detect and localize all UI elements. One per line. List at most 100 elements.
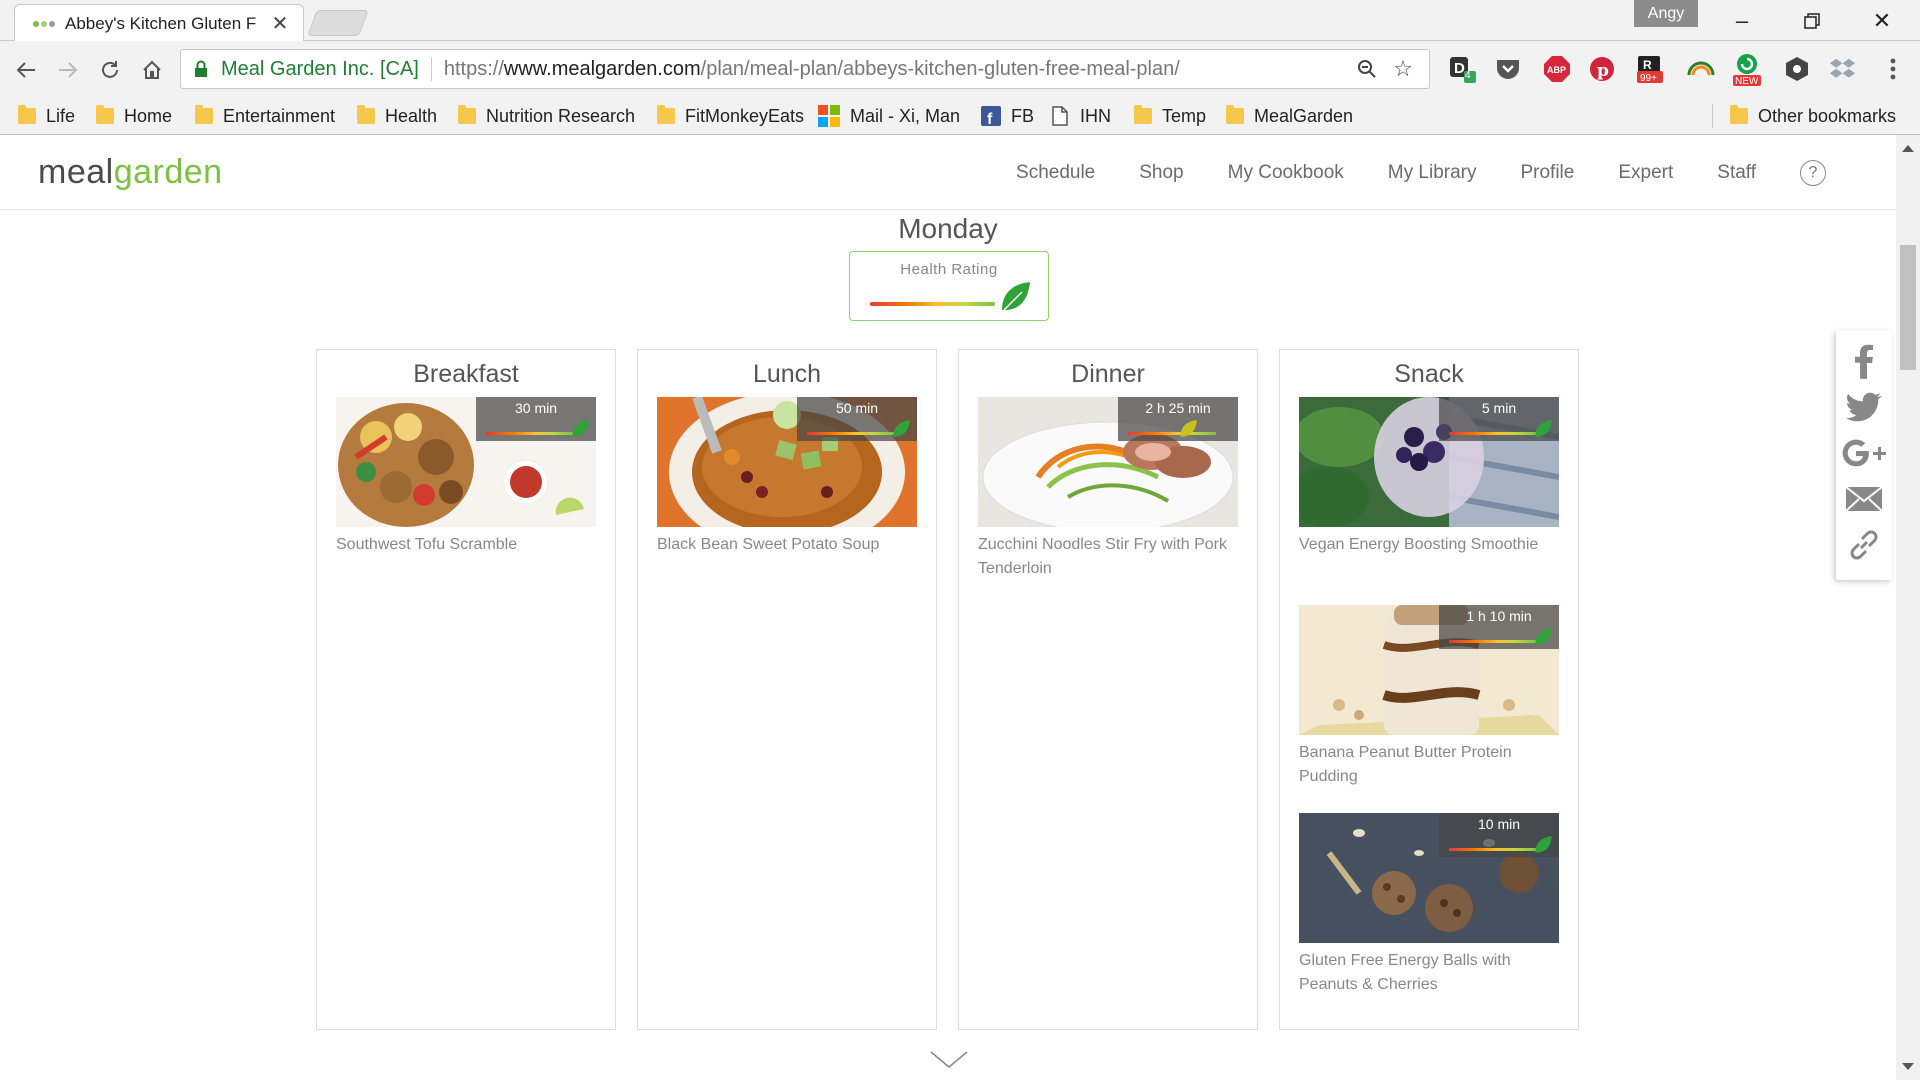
health-rating-bar bbox=[870, 302, 995, 306]
help-icon[interactable]: ? bbox=[1800, 159, 1826, 186]
zoom-icon[interactable] bbox=[1353, 55, 1381, 83]
back-icon[interactable] bbox=[6, 50, 46, 90]
bookmark-mealgarden[interactable]: MealGarden bbox=[1226, 102, 1353, 130]
folder-icon bbox=[357, 105, 375, 124]
bookmarks-bar: Life Home Entertainment Health Nutrition… bbox=[0, 98, 1920, 135]
recipe-image[interactable]: 10 min bbox=[1299, 813, 1559, 943]
recipe-card[interactable]: 30 min Southwest Tofu Scramble bbox=[336, 397, 596, 557]
recipe-badge: 10 min bbox=[1439, 813, 1559, 857]
folder-icon bbox=[195, 105, 213, 124]
health-rating-label: Health Rating bbox=[900, 261, 998, 278]
recipe-time: 1 h 10 min bbox=[1466, 608, 1532, 624]
nav-profile[interactable]: Profile bbox=[1520, 162, 1574, 184]
bookmark-fb[interactable]: f FB bbox=[981, 102, 1034, 130]
close-window-icon[interactable]: ✕ bbox=[1862, 4, 1902, 38]
new-tab-button[interactable] bbox=[307, 10, 369, 36]
twitter-icon[interactable] bbox=[1836, 384, 1892, 430]
facebook-icon[interactable] bbox=[1836, 338, 1892, 384]
restore-icon[interactable] bbox=[1792, 4, 1832, 38]
bookmark-other[interactable]: Other bookmarks bbox=[1730, 102, 1896, 130]
microsoft-icon bbox=[818, 105, 840, 127]
recipe-image[interactable]: 2 h 25 min bbox=[978, 397, 1238, 527]
browser-tab-active[interactable]: Abbey's Kitchen Gluten F ✕ bbox=[14, 4, 304, 42]
page-scrollbar[interactable] bbox=[1896, 135, 1920, 1080]
adblock-icon[interactable]: ABP bbox=[1540, 51, 1574, 87]
recipe-title[interactable]: Gluten Free Energy Balls with Peanuts & … bbox=[1299, 949, 1559, 997]
pocket-icon[interactable] bbox=[1491, 51, 1525, 87]
chrome-menu-icon[interactable] bbox=[1876, 51, 1910, 87]
scroll-down-arrow-icon[interactable] bbox=[1902, 1063, 1914, 1070]
nav-my-library[interactable]: My Library bbox=[1388, 162, 1477, 184]
recipe-card[interactable]: 10 min Gluten Free Energy Balls with Pea… bbox=[1299, 813, 1559, 997]
nav-staff[interactable]: Staff bbox=[1717, 162, 1756, 184]
scrollbar-thumb[interactable] bbox=[1900, 245, 1916, 370]
recipe-health-bar bbox=[486, 432, 574, 435]
bookmark-ihn[interactable]: IHN bbox=[1052, 102, 1111, 130]
meal-heading: Lunch bbox=[752, 360, 822, 388]
minimize-icon[interactable]: – bbox=[1722, 4, 1762, 38]
svg-text:f: f bbox=[987, 111, 993, 126]
chevron-down-icon[interactable] bbox=[930, 1051, 968, 1069]
profile-chip[interactable]: Angy bbox=[1634, 0, 1698, 27]
recipe-card[interactable]: 1 h 10 min Banana Peanut Butter Protein … bbox=[1299, 605, 1559, 789]
home-icon[interactable] bbox=[132, 50, 172, 90]
extension-d-badge: 4 bbox=[1465, 70, 1471, 81]
link-icon[interactable] bbox=[1836, 522, 1892, 568]
recipe-time: 30 min bbox=[514, 400, 558, 416]
bookmark-entertainment[interactable]: Entertainment bbox=[195, 102, 335, 130]
rainbow-extension-icon[interactable] bbox=[1684, 51, 1718, 87]
bookmark-star-icon[interactable]: ☆ bbox=[1389, 55, 1417, 83]
recipe-card[interactable]: 50 min Black Bean Sweet Potato Soup bbox=[657, 397, 917, 557]
bookmark-home[interactable]: Home bbox=[96, 102, 172, 130]
bookmark-fitmonkeyeats[interactable]: FitMonkeyEats bbox=[657, 102, 804, 130]
folder-icon bbox=[458, 105, 476, 124]
secure-site-label: Meal Garden Inc. [CA] bbox=[221, 57, 419, 80]
mealgarden-logo[interactable]: mealgarden bbox=[38, 153, 223, 192]
recipe-badge: 1 h 10 min bbox=[1439, 605, 1559, 649]
grammarly-new-icon[interactable]: NEW bbox=[1730, 51, 1764, 87]
address-bar[interactable]: Meal Garden Inc. [CA] https://www.mealga… bbox=[180, 49, 1430, 89]
recipe-image[interactable]: 1 h 10 min bbox=[1299, 605, 1559, 735]
recipe-title[interactable]: Black Bean Sweet Potato Soup bbox=[657, 533, 917, 557]
leaf-icon bbox=[1535, 836, 1552, 853]
recipe-image[interactable]: 50 min bbox=[657, 397, 917, 527]
tab-close-icon[interactable]: ✕ bbox=[269, 11, 291, 36]
bookmark-life[interactable]: Life bbox=[18, 102, 75, 130]
bookmark-label: MealGarden bbox=[1254, 105, 1354, 126]
nav-shop[interactable]: Shop bbox=[1139, 162, 1183, 184]
email-icon[interactable] bbox=[1836, 476, 1892, 522]
nav-expert[interactable]: Expert bbox=[1618, 162, 1673, 184]
pinterest-icon[interactable]: p bbox=[1585, 51, 1619, 87]
site-header: mealgarden Schedule Shop My Cookbook My … bbox=[0, 135, 1896, 210]
scroll-up-arrow-icon[interactable] bbox=[1902, 145, 1914, 152]
bookmark-nutrition-research[interactable]: Nutrition Research bbox=[458, 102, 635, 130]
bookmark-mail[interactable]: Mail - Xi, Man bbox=[818, 102, 960, 130]
recipe-image[interactable]: 5 min bbox=[1299, 397, 1559, 527]
extension-feedly-icon[interactable]: R 99+ bbox=[1633, 51, 1667, 87]
recipe-card[interactable]: 5 min Vegan Energy Boosting Smoothie bbox=[1299, 397, 1559, 557]
google-plus-icon[interactable] bbox=[1836, 430, 1892, 476]
nav-my-cookbook[interactable]: My Cookbook bbox=[1228, 162, 1344, 184]
bookmark-label: Nutrition Research bbox=[486, 105, 636, 126]
bookmark-temp[interactable]: Temp bbox=[1134, 102, 1206, 130]
nav-schedule[interactable]: Schedule bbox=[1016, 162, 1095, 184]
reload-icon[interactable] bbox=[90, 50, 130, 90]
hexagon-extension-icon[interactable] bbox=[1780, 51, 1814, 87]
forward-icon[interactable] bbox=[48, 50, 88, 90]
folder-icon bbox=[18, 105, 36, 124]
recipe-title[interactable]: Zucchini Noodles Stir Fry with Pork Tend… bbox=[978, 533, 1238, 581]
extension-new-badge: NEW bbox=[1735, 76, 1759, 87]
recipe-title[interactable]: Vegan Energy Boosting Smoothie bbox=[1299, 533, 1559, 557]
bookmark-label: Mail - Xi, Man bbox=[850, 105, 961, 126]
recipe-card[interactable]: 2 h 25 min Zucchini Noodles Stir Fry wit… bbox=[978, 397, 1238, 581]
recipe-title[interactable]: Banana Peanut Butter Protein Pudding bbox=[1299, 741, 1559, 789]
folder-icon bbox=[1134, 105, 1152, 124]
browser-toolbar: Meal Garden Inc. [CA] https://www.mealga… bbox=[0, 41, 1920, 98]
dropbox-icon[interactable] bbox=[1826, 51, 1860, 87]
recipe-title[interactable]: Southwest Tofu Scramble bbox=[336, 533, 596, 557]
recipe-image[interactable]: 30 min bbox=[336, 397, 596, 527]
extension-d-icon[interactable]: D 4 bbox=[1446, 51, 1480, 87]
day-title: Monday bbox=[898, 213, 998, 244]
url-host: www.mealgarden.com bbox=[503, 57, 701, 80]
bookmark-health[interactable]: Health bbox=[357, 102, 437, 130]
